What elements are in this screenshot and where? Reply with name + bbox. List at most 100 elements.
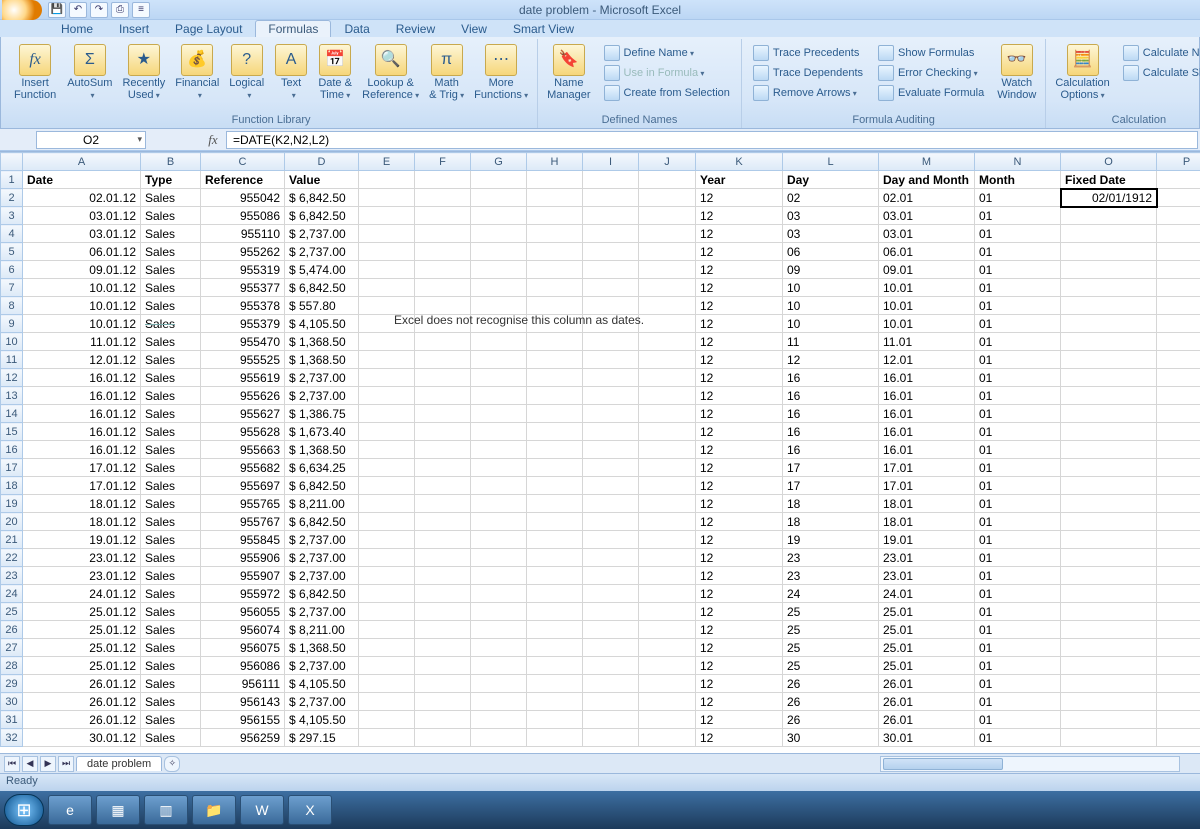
cell[interactable] bbox=[471, 333, 527, 351]
cell[interactable] bbox=[1157, 657, 1200, 675]
logical-button[interactable]: ?Logical bbox=[224, 41, 269, 104]
cell[interactable] bbox=[471, 513, 527, 531]
cell[interactable]: 12 bbox=[696, 423, 783, 441]
cell[interactable] bbox=[415, 513, 471, 531]
cell[interactable]: 16 bbox=[783, 423, 879, 441]
cell[interactable]: Sales bbox=[141, 387, 201, 405]
cell[interactable] bbox=[1157, 279, 1200, 297]
cell[interactable]: 18.01.12 bbox=[23, 513, 141, 531]
cell[interactable] bbox=[415, 189, 471, 207]
cell[interactable]: 03.01.12 bbox=[23, 225, 141, 243]
cell[interactable] bbox=[359, 513, 415, 531]
row-header[interactable]: 25 bbox=[1, 603, 23, 621]
cell[interactable] bbox=[471, 279, 527, 297]
cell[interactable]: 955845 bbox=[201, 531, 285, 549]
tab-data[interactable]: Data bbox=[331, 20, 382, 37]
cell[interactable]: 03.01 bbox=[879, 207, 975, 225]
row-header[interactable]: 18 bbox=[1, 477, 23, 495]
cell[interactable]: $ 5,474.00 bbox=[285, 261, 359, 279]
cell[interactable]: 12 bbox=[696, 459, 783, 477]
cell[interactable] bbox=[583, 675, 639, 693]
cell[interactable] bbox=[471, 387, 527, 405]
cell[interactable] bbox=[527, 639, 583, 657]
cell[interactable]: 01 bbox=[975, 243, 1061, 261]
sheet-new-icon[interactable]: ✧ bbox=[164, 756, 180, 772]
cell[interactable]: Sales bbox=[141, 693, 201, 711]
cell[interactable] bbox=[471, 639, 527, 657]
column-header-P[interactable]: P bbox=[1157, 153, 1200, 171]
cell[interactable] bbox=[1157, 495, 1200, 513]
cell[interactable] bbox=[471, 423, 527, 441]
name-box[interactable]: O2 bbox=[36, 131, 146, 149]
cell[interactable]: Sales bbox=[141, 207, 201, 225]
cell[interactable] bbox=[583, 207, 639, 225]
cell[interactable]: 23 bbox=[783, 549, 879, 567]
cell[interactable] bbox=[1157, 441, 1200, 459]
cell[interactable] bbox=[415, 675, 471, 693]
text-button[interactable]: AText bbox=[269, 41, 313, 104]
cell[interactable]: 25.01 bbox=[879, 639, 975, 657]
row-header[interactable]: 5 bbox=[1, 243, 23, 261]
cell[interactable] bbox=[1157, 261, 1200, 279]
cell[interactable] bbox=[639, 351, 696, 369]
cell[interactable] bbox=[415, 441, 471, 459]
cell[interactable]: 25.01 bbox=[879, 657, 975, 675]
cell[interactable]: Sales bbox=[141, 495, 201, 513]
taskbar-excel-icon[interactable]: X bbox=[288, 795, 332, 825]
cell[interactable]: 10 bbox=[783, 315, 879, 333]
cell[interactable] bbox=[527, 207, 583, 225]
cell[interactable]: 03 bbox=[783, 207, 879, 225]
row-header[interactable]: 30 bbox=[1, 693, 23, 711]
cell[interactable]: 23.01 bbox=[879, 549, 975, 567]
cell[interactable]: Sales bbox=[141, 261, 201, 279]
cell[interactable]: 01 bbox=[975, 549, 1061, 567]
cell[interactable] bbox=[415, 477, 471, 495]
cell[interactable] bbox=[415, 495, 471, 513]
cell[interactable] bbox=[415, 369, 471, 387]
cell[interactable]: 12 bbox=[696, 297, 783, 315]
cell[interactable]: 23.01 bbox=[879, 567, 975, 585]
cell[interactable]: 01 bbox=[975, 423, 1061, 441]
trace-precedents-button[interactable]: Trace Precedents bbox=[748, 43, 868, 63]
cell[interactable] bbox=[359, 495, 415, 513]
cell[interactable]: Sales bbox=[141, 711, 201, 729]
cell[interactable] bbox=[471, 369, 527, 387]
cell[interactable] bbox=[583, 639, 639, 657]
cell[interactable]: 16 bbox=[783, 369, 879, 387]
cell[interactable]: 01 bbox=[975, 621, 1061, 639]
cell[interactable] bbox=[583, 261, 639, 279]
sheet-nav-last[interactable]: ⏭ bbox=[58, 756, 74, 772]
cell[interactable] bbox=[359, 225, 415, 243]
cell[interactable] bbox=[415, 621, 471, 639]
cell[interactable]: 01 bbox=[975, 585, 1061, 603]
cell[interactable] bbox=[1157, 603, 1200, 621]
more-functions-button[interactable]: ⋯MoreFunctions bbox=[469, 41, 533, 104]
cell[interactable]: 18 bbox=[783, 513, 879, 531]
cell[interactable] bbox=[583, 441, 639, 459]
cell[interactable]: 956074 bbox=[201, 621, 285, 639]
cell[interactable] bbox=[359, 189, 415, 207]
row-header[interactable]: 9 bbox=[1, 315, 23, 333]
cell[interactable]: $ 2,737.00 bbox=[285, 567, 359, 585]
cell[interactable]: 02/01/1912 bbox=[1061, 189, 1157, 207]
cell[interactable]: Sales bbox=[141, 279, 201, 297]
row-header[interactable]: 17 bbox=[1, 459, 23, 477]
date-time-button[interactable]: 📅Date &Time bbox=[313, 41, 357, 104]
cell[interactable]: 17 bbox=[783, 477, 879, 495]
cell[interactable]: 17.01.12 bbox=[23, 477, 141, 495]
scrollbar-thumb[interactable] bbox=[883, 758, 1003, 770]
cell[interactable] bbox=[639, 693, 696, 711]
cell[interactable]: Sales bbox=[141, 369, 201, 387]
cell[interactable]: 19 bbox=[783, 531, 879, 549]
cell[interactable] bbox=[471, 261, 527, 279]
cell[interactable]: Sales bbox=[141, 297, 201, 315]
cell[interactable]: 10.01 bbox=[879, 279, 975, 297]
cell[interactable] bbox=[415, 261, 471, 279]
cell[interactable]: 25 bbox=[783, 657, 879, 675]
cell[interactable] bbox=[415, 729, 471, 747]
start-button[interactable]: ⊞ bbox=[4, 794, 44, 826]
cell[interactable] bbox=[1061, 729, 1157, 747]
cell[interactable] bbox=[415, 549, 471, 567]
cell[interactable] bbox=[527, 225, 583, 243]
cell[interactable]: 26 bbox=[783, 711, 879, 729]
